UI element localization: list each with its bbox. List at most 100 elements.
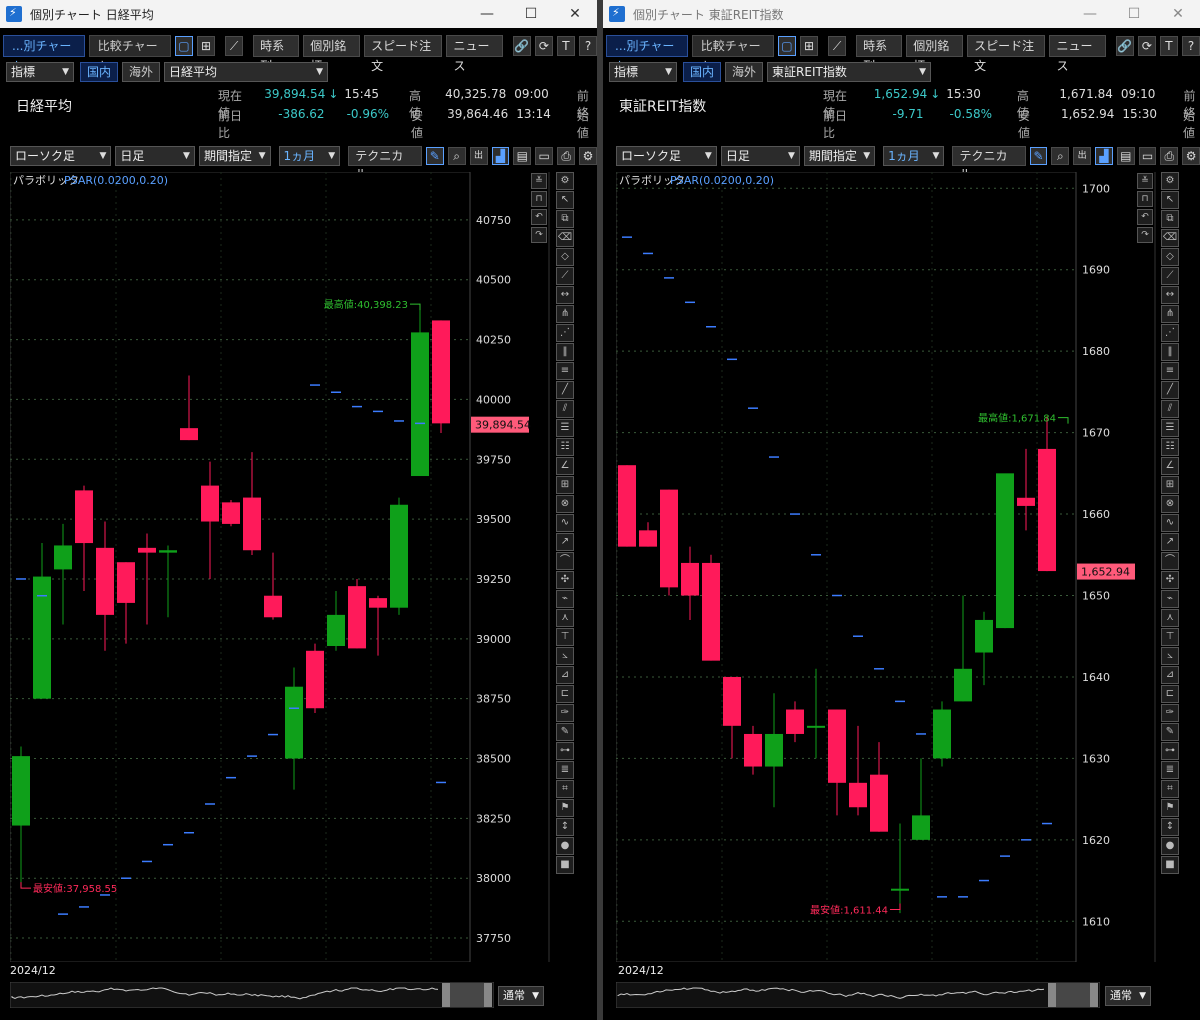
chart-type-select[interactable]: ローソク足 xyxy=(616,146,717,166)
eraser-icon[interactable]: ⌫ xyxy=(1161,229,1179,247)
minimize-icon[interactable]: — xyxy=(1068,6,1112,22)
lock-icon[interactable]: ⊓ xyxy=(531,191,547,207)
search-icon[interactable]: ⌕ xyxy=(447,147,466,165)
pen-icon[interactable]: ⟋ xyxy=(828,36,847,56)
draw-icon[interactable]: ✎ xyxy=(1161,723,1179,741)
fork-icon[interactable]: ⋔ xyxy=(1161,305,1179,323)
individual-stock-button[interactable]: 個別銘柄 xyxy=(906,35,964,73)
technical-button[interactable]: テクニカル xyxy=(952,146,1026,181)
save-icon[interactable]: ▤ xyxy=(513,147,532,165)
export-icon[interactable]: 出 xyxy=(1073,147,1092,165)
candlestick-chart[interactable]: 1700 1690 1680 1670 1660 1650 1640 1630 1620 1610… xyxy=(616,172,1156,962)
brush-icon[interactable]: ✑ xyxy=(556,704,574,722)
pen-icon[interactable]: ✎ xyxy=(425,147,444,165)
refresh-icon[interactable]: ⟳ xyxy=(534,36,553,56)
square-icon[interactable]: ▢ xyxy=(777,36,796,56)
close-icon[interactable]: ✕ xyxy=(1156,6,1200,22)
hline-icon[interactable]: ↔ xyxy=(1161,286,1179,304)
list2-icon[interactable]: ☷ xyxy=(1161,438,1179,456)
export-icon[interactable]: 出 xyxy=(469,147,488,165)
market-overseas-tab[interactable]: 海外 xyxy=(122,62,161,82)
span-select[interactable]: 1ヵ月 xyxy=(883,146,945,166)
zoom-icon[interactable]: ≚ xyxy=(531,173,547,189)
help-icon[interactable]: ? xyxy=(579,36,597,56)
save-icon[interactable]: ▤ xyxy=(1116,147,1135,165)
mode-select[interactable]: 通常 xyxy=(498,986,544,1006)
arrow-icon[interactable]: ↗ xyxy=(556,533,574,551)
pin-icon[interactable]: ↕ xyxy=(556,818,574,836)
market-domestic-tab[interactable]: 国内 xyxy=(80,62,119,82)
indicator-select[interactable]: 指標 xyxy=(609,62,677,82)
trend-icon[interactable]: ╱ xyxy=(556,381,574,399)
news-button[interactable]: ニュース xyxy=(446,35,503,73)
period-select[interactable]: 日足 xyxy=(115,146,195,166)
mark-icon[interactable]: ⌗ xyxy=(556,780,574,798)
measure-icon[interactable]: ⊿ xyxy=(556,666,574,684)
pen-icon[interactable]: ⟋ xyxy=(225,36,244,56)
tab-individual-chart[interactable]: ...別チャート xyxy=(606,35,688,73)
angle2-icon[interactable]: ⦣ xyxy=(556,647,574,665)
undo-icon[interactable]: ↶ xyxy=(531,209,547,225)
timeseries-button[interactable]: 時系列 xyxy=(253,35,300,73)
minimize-icon[interactable]: — xyxy=(465,6,509,22)
cursor-icon[interactable]: ↖ xyxy=(1161,191,1179,209)
navigator-bar[interactable] xyxy=(10,982,494,1008)
square-icon[interactable]: ■ xyxy=(1161,856,1179,874)
range-select[interactable]: 期間指定 xyxy=(803,146,876,166)
grid-icon[interactable]: ⊞ xyxy=(1161,476,1179,494)
angle2-icon[interactable]: ⦣ xyxy=(1161,647,1179,665)
search-icon[interactable]: ⌕ xyxy=(1051,147,1070,165)
vline-icon[interactable]: ‖ xyxy=(1161,343,1179,361)
grid-icon[interactable]: ⊞ xyxy=(196,36,216,56)
lines-icon[interactable]: ≡ xyxy=(1161,362,1179,380)
fill-icon[interactable]: ◇ xyxy=(556,248,574,266)
copy-icon[interactable]: ⧉ xyxy=(556,210,574,228)
folder-icon[interactable]: ▭ xyxy=(1138,147,1157,165)
pattern-icon[interactable]: ⊗ xyxy=(1161,495,1179,513)
note-icon[interactable]: ≣ xyxy=(1161,761,1179,779)
pitch-icon[interactable]: ⋏ xyxy=(556,609,574,627)
news-button[interactable]: ニュース xyxy=(1049,35,1106,73)
fan-icon[interactable]: ⋰ xyxy=(1161,324,1179,342)
close-icon[interactable]: ✕ xyxy=(553,6,597,22)
redo-icon[interactable]: ↷ xyxy=(1137,227,1153,243)
folder-icon[interactable]: ▭ xyxy=(535,147,554,165)
gear-icon[interactable]: ⚙ xyxy=(556,172,574,190)
wave-icon[interactable]: ∿ xyxy=(1161,514,1179,532)
flag-icon[interactable]: ⚑ xyxy=(556,799,574,817)
square-icon[interactable]: ▢ xyxy=(174,36,193,56)
text-icon[interactable]: T xyxy=(1159,36,1178,56)
tag-icon[interactable]: ⊤ xyxy=(1161,628,1179,646)
text2-icon[interactable]: ⊶ xyxy=(556,742,574,760)
pitch-icon[interactable]: ⋏ xyxy=(1161,609,1179,627)
lock-icon[interactable]: ⊓ xyxy=(1137,191,1153,207)
text2-icon[interactable]: ⊶ xyxy=(1161,742,1179,760)
period-select[interactable]: 日足 xyxy=(720,146,800,166)
note-icon[interactable]: ≣ xyxy=(556,761,574,779)
gear-icon[interactable]: ⚙ xyxy=(1161,172,1179,190)
technical-button[interactable]: テクニカル xyxy=(348,146,422,181)
text-icon[interactable]: T xyxy=(556,36,575,56)
flag-icon[interactable]: ⚑ xyxy=(1161,799,1179,817)
area-chart-icon[interactable]: ▟ xyxy=(491,147,510,165)
instrument-select[interactable]: 東証REIT指数 xyxy=(767,62,932,82)
zoom-icon[interactable]: ≚ xyxy=(1137,173,1153,189)
instrument-select[interactable]: 日経平均 xyxy=(164,62,329,82)
chart-type-select[interactable]: ローソク足 xyxy=(10,146,112,166)
eraser-icon[interactable]: ⌫ xyxy=(556,229,574,247)
tab-compare-chart[interactable]: 比較チャート xyxy=(88,35,171,73)
cross-icon[interactable]: ✣ xyxy=(1161,571,1179,589)
bracket-icon[interactable]: ⊏ xyxy=(556,685,574,703)
path-icon[interactable]: ⌁ xyxy=(556,590,574,608)
print-icon[interactable]: ⎙ xyxy=(557,147,576,165)
fan-icon[interactable]: ⋰ xyxy=(556,324,574,342)
undo-icon[interactable]: ↶ xyxy=(1137,209,1153,225)
grid-icon[interactable]: ⊞ xyxy=(556,476,574,494)
fork-icon[interactable]: ⋔ xyxy=(556,305,574,323)
cursor-icon[interactable]: ↖ xyxy=(556,191,574,209)
tab-individual-chart[interactable]: ...別チャート xyxy=(3,35,85,73)
timeseries-button[interactable]: 時系列 xyxy=(856,35,903,73)
channel-icon[interactable]: ⫽ xyxy=(1161,400,1179,418)
pin-icon[interactable]: ↕ xyxy=(1161,818,1179,836)
cross-icon[interactable]: ✣ xyxy=(556,571,574,589)
